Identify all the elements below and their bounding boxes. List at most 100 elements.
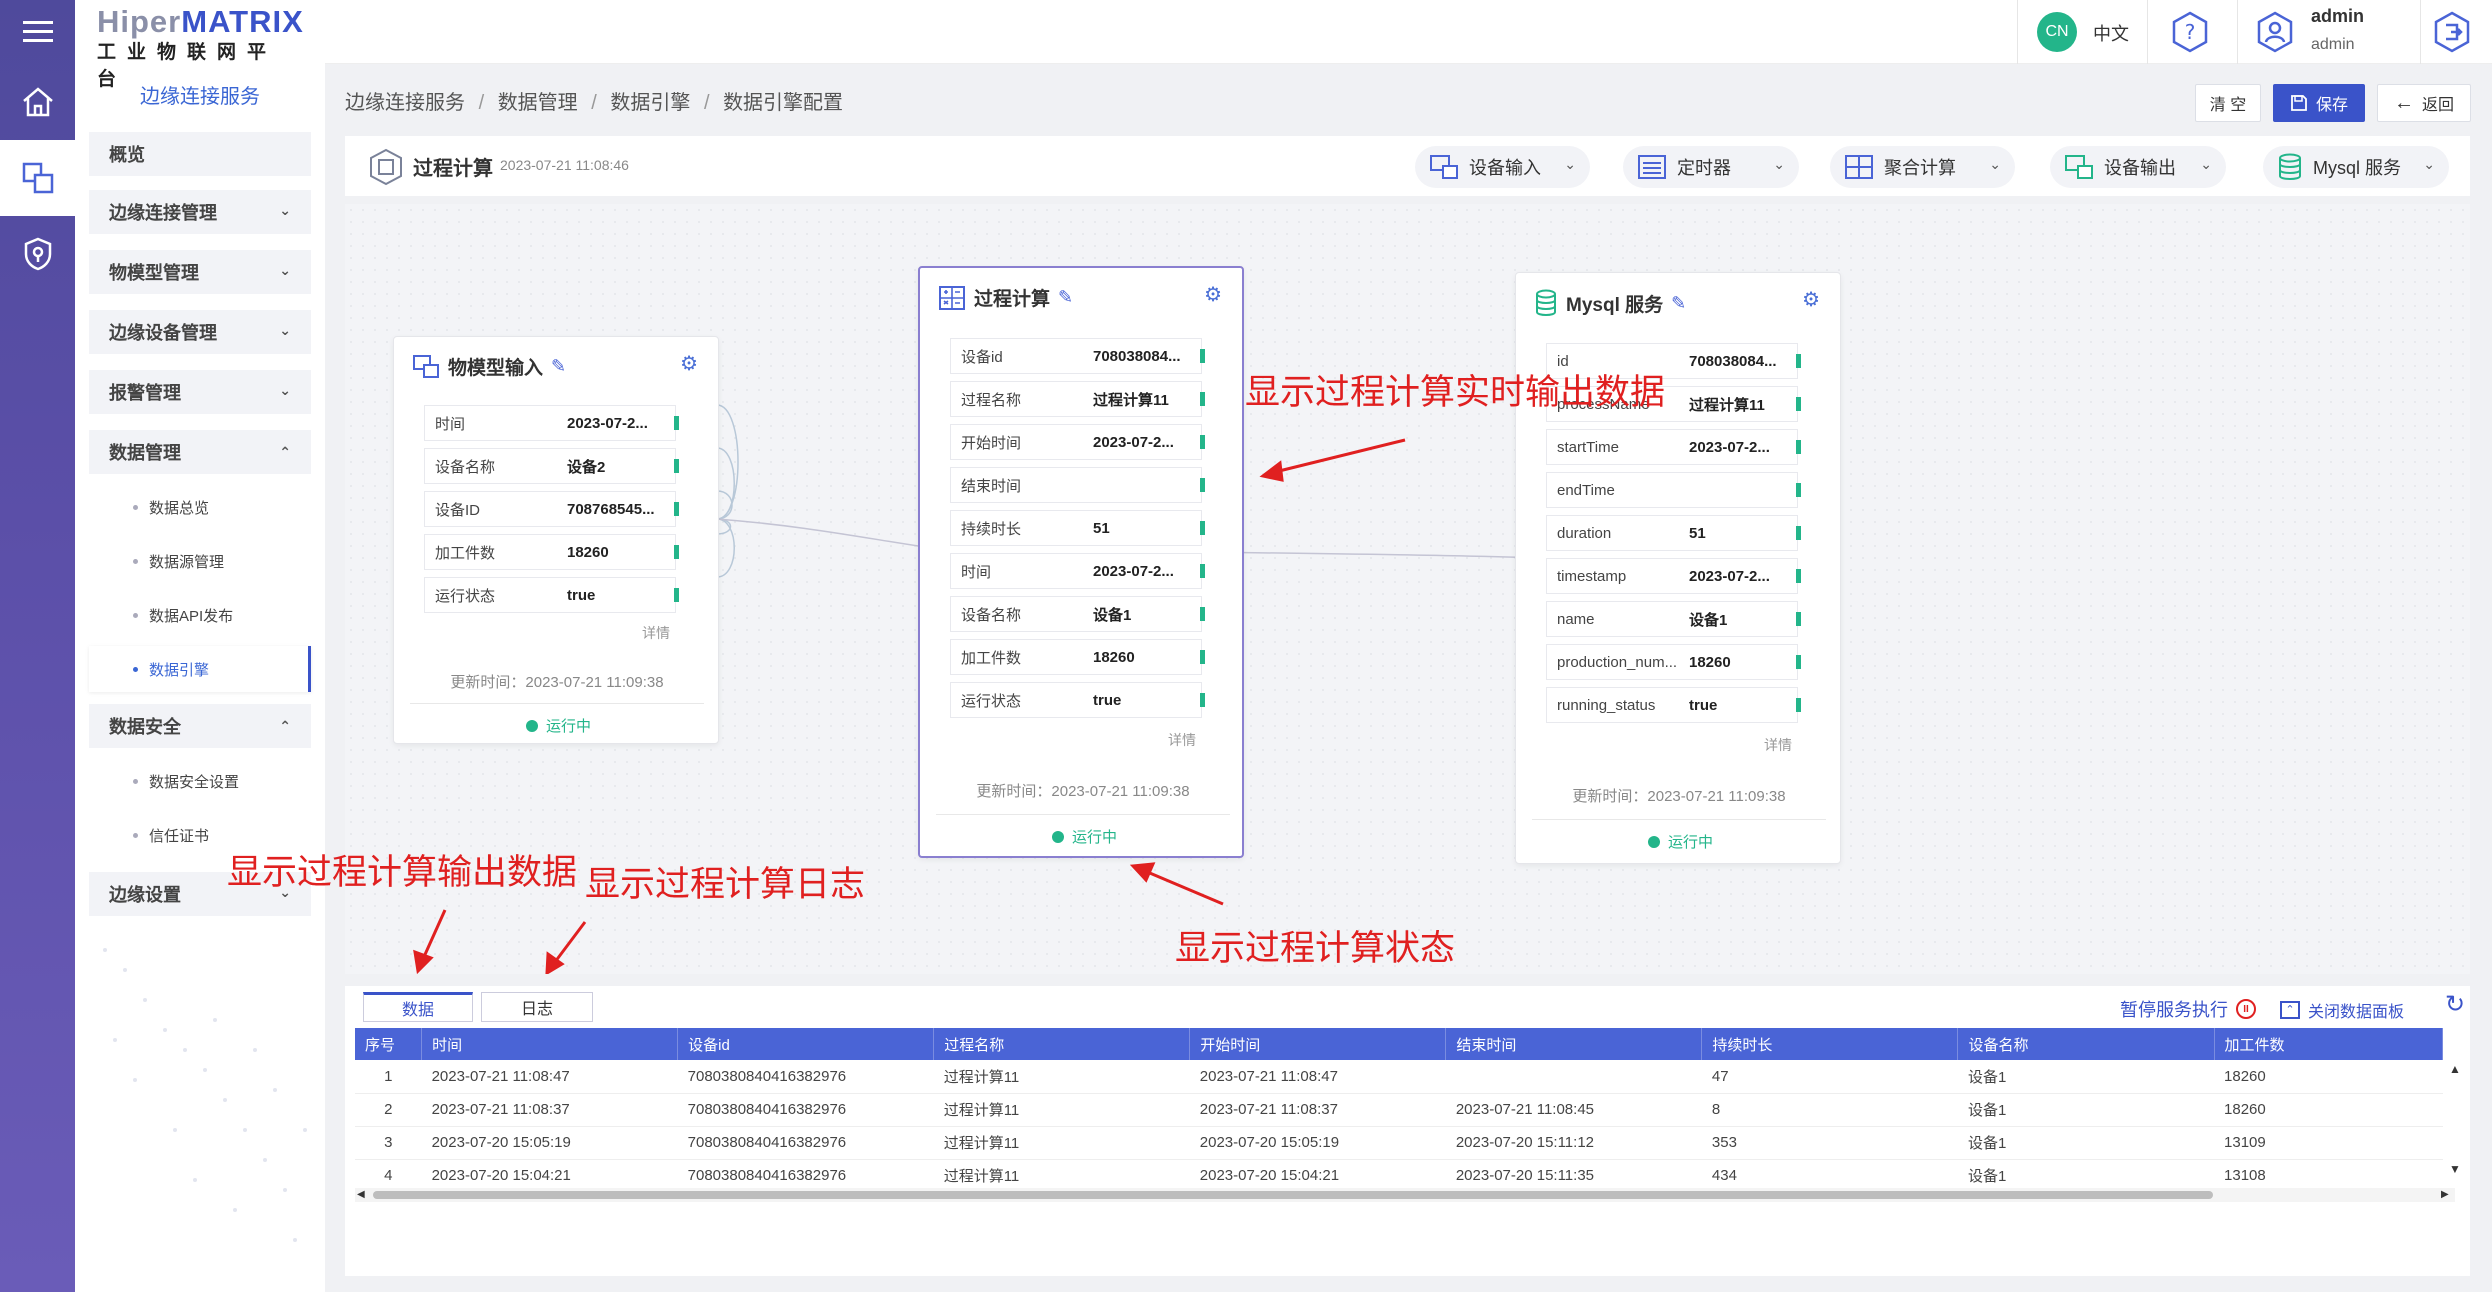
sidebar-item-edge-connect[interactable]: 边缘连接管理 ⌄ [89,190,311,234]
scroll-down-arrow[interactable]: ▼ [2449,1162,2461,1176]
model-input-node[interactable]: 物模型输入 ✎ ⚙ 时间 2023-07-2... 设备名称 设备2 设备ID 708… [393,336,719,744]
breadcrumb-item[interactable]: 数据引擎 [610,92,690,114]
field-value: 2023-07-2... [1093,433,1174,451]
refresh-icon[interactable]: ↻ [2445,990,2465,1019]
scroll-up-arrow[interactable]: ▲ [2449,1062,2461,1076]
sidebar-sub-security-settings[interactable]: 数据安全设置 [89,758,311,804]
output-port[interactable] [674,588,679,602]
output-port[interactable] [674,416,679,430]
gear-icon[interactable]: ⚙ [680,351,698,376]
sidebar-item-alarm[interactable]: 报警管理 ⌄ [89,370,311,414]
output-port[interactable] [1200,521,1205,535]
table-row[interactable]: 1 2023-07-21 11:08:47 7080380840416382976 过… [355,1060,2443,1094]
header-divider [2420,0,2421,64]
output-port[interactable] [1796,397,1801,411]
output-port[interactable] [674,545,679,559]
scroll-left-arrow[interactable]: ◀ [357,1189,365,1200]
language-label[interactable]: 中文 [2093,20,2129,46]
updated-time: 更新时间：2023-07-21 11:09:38 [1572,788,1786,805]
mysql-service-dropdown[interactable]: Mysql 服务 ⌄ [2263,146,2449,188]
service-title[interactable]: 边缘连接服务 [75,80,325,109]
output-port[interactable] [1200,435,1205,449]
device-output-dropdown[interactable]: 设备输出 ⌄ [2050,146,2226,188]
column-header[interactable]: 结束时间 [1445,1028,1703,1060]
language-badge[interactable]: CN [2037,12,2077,52]
sidebar-item-data[interactable]: 数据管理 ⌃ [89,430,311,474]
column-header[interactable]: 过程名称 [933,1028,1191,1060]
sidebar-sub-data-engine[interactable]: 数据引擎 [89,646,311,692]
horizontal-scrollbar[interactable]: ◀ ▶ [355,1188,2455,1202]
status-dot [526,719,538,732]
gear-icon[interactable]: ⚙ [1802,287,1820,312]
scroll-right-arrow[interactable]: ▶ [2441,1189,2449,1200]
tab-log[interactable]: 日志 [481,992,593,1022]
sidebar-item-security[interactable]: 数据安全 ⌃ [89,704,311,748]
output-port[interactable] [1200,349,1205,363]
detail-link[interactable]: 详情 [1168,730,1196,750]
column-header[interactable]: 持续时长 [1701,1028,1959,1060]
mysql-service-node[interactable]: Mysql 服务 ✎ ⚙ id 708038084... processName 过… [1515,272,1841,864]
menu-icon[interactable] [0,0,75,64]
output-port[interactable] [1796,526,1801,540]
edit-icon[interactable]: ✎ [1671,293,1686,314]
sidebar-item-device[interactable]: 边缘设备管理 ⌄ [89,310,311,354]
sidebar: HiperMATRIX 工业物联网平台 边缘连接服务 概览 边缘连接管理 ⌄ 物模… [75,0,325,1292]
save-button[interactable]: 保存 [2273,84,2365,122]
column-header[interactable]: 加工件数 [2214,1028,2444,1060]
output-port[interactable] [1796,569,1801,583]
pause-service-button[interactable]: 暂停服务执行 II [2120,996,2256,1022]
back-button[interactable]: ← 返回 [2377,84,2471,122]
output-port[interactable] [1200,650,1205,664]
column-header[interactable]: 时间 [421,1028,679,1060]
table-row[interactable]: 2 2023-07-21 11:08:37 7080380840416382976 过… [355,1093,2443,1127]
output-port[interactable] [1796,483,1801,497]
logout-icon[interactable] [2430,10,2474,59]
edit-icon[interactable]: ✎ [1058,287,1073,308]
aggregate-dropdown[interactable]: 聚合计算 ⌄ [1830,146,2015,188]
gear-icon[interactable]: ⚙ [1204,282,1222,307]
pause-icon: II [2236,999,2256,1019]
breadcrumb-item[interactable]: 数据管理 [498,92,578,114]
sidebar-sub-data-source[interactable]: 数据源管理 [89,538,311,584]
field-key: production_num... [1557,653,1678,671]
flow-canvas[interactable]: 物模型输入 ✎ ⚙ 时间 2023-07-2... 设备名称 设备2 设备ID 708… [227,204,2470,974]
output-port[interactable] [1796,440,1801,454]
process-calc-node[interactable]: 过程计算 ✎ ⚙ 设备id 708038084... 过程名称 过程计算11 开始时… [918,266,1244,858]
output-port[interactable] [1200,693,1205,707]
output-port[interactable] [1200,607,1205,621]
sidebar-sub-data-api[interactable]: 数据API发布 [89,592,311,638]
output-port[interactable] [674,459,679,473]
clear-button[interactable]: 清 空 [2195,84,2261,122]
device-input-dropdown[interactable]: 设备输入 ⌄ [1415,146,1590,188]
table-row[interactable]: 3 2023-07-20 15:05:19 7080380840416382976 过… [355,1126,2443,1160]
shield-icon[interactable] [0,216,75,292]
output-port[interactable] [1796,698,1801,712]
sidebar-item-label: 数据安全 [109,717,181,737]
output-port[interactable] [1200,564,1205,578]
timer-dropdown[interactable]: 定时器 ⌄ [1623,146,1799,188]
sidebar-item-overview[interactable]: 概览 [89,132,311,176]
column-header[interactable]: 开始时间 [1189,1028,1447,1060]
output-port[interactable] [1796,655,1801,669]
home-icon[interactable] [0,64,75,140]
help-icon[interactable]: ? [2168,10,2212,59]
user-avatar-icon[interactable] [2253,10,2297,59]
output-port[interactable] [1200,392,1205,406]
column-header[interactable]: 设备名称 [1957,1028,2215,1060]
detail-link[interactable]: 详情 [1764,735,1792,755]
scrollbar-thumb[interactable] [373,1191,2213,1199]
tab-data[interactable]: 数据 [363,992,473,1022]
column-header[interactable]: 序号 [355,1028,423,1060]
column-header[interactable]: 设备id [677,1028,935,1060]
output-port[interactable] [1200,478,1205,492]
detail-link[interactable]: 详情 [642,623,670,643]
sidebar-item-model[interactable]: 物模型管理 ⌄ [89,250,311,294]
edge-connect-icon[interactable] [0,140,75,216]
sidebar-sub-data-overview[interactable]: 数据总览 [89,484,311,530]
output-port[interactable] [1796,354,1801,368]
edit-icon[interactable]: ✎ [551,356,566,377]
output-port[interactable] [1796,612,1801,626]
close-panel-button[interactable]: ⌃ 关闭数据面板 [2280,998,2404,1022]
output-port[interactable] [674,502,679,516]
breadcrumb-item[interactable]: 边缘连接服务 [345,92,465,114]
